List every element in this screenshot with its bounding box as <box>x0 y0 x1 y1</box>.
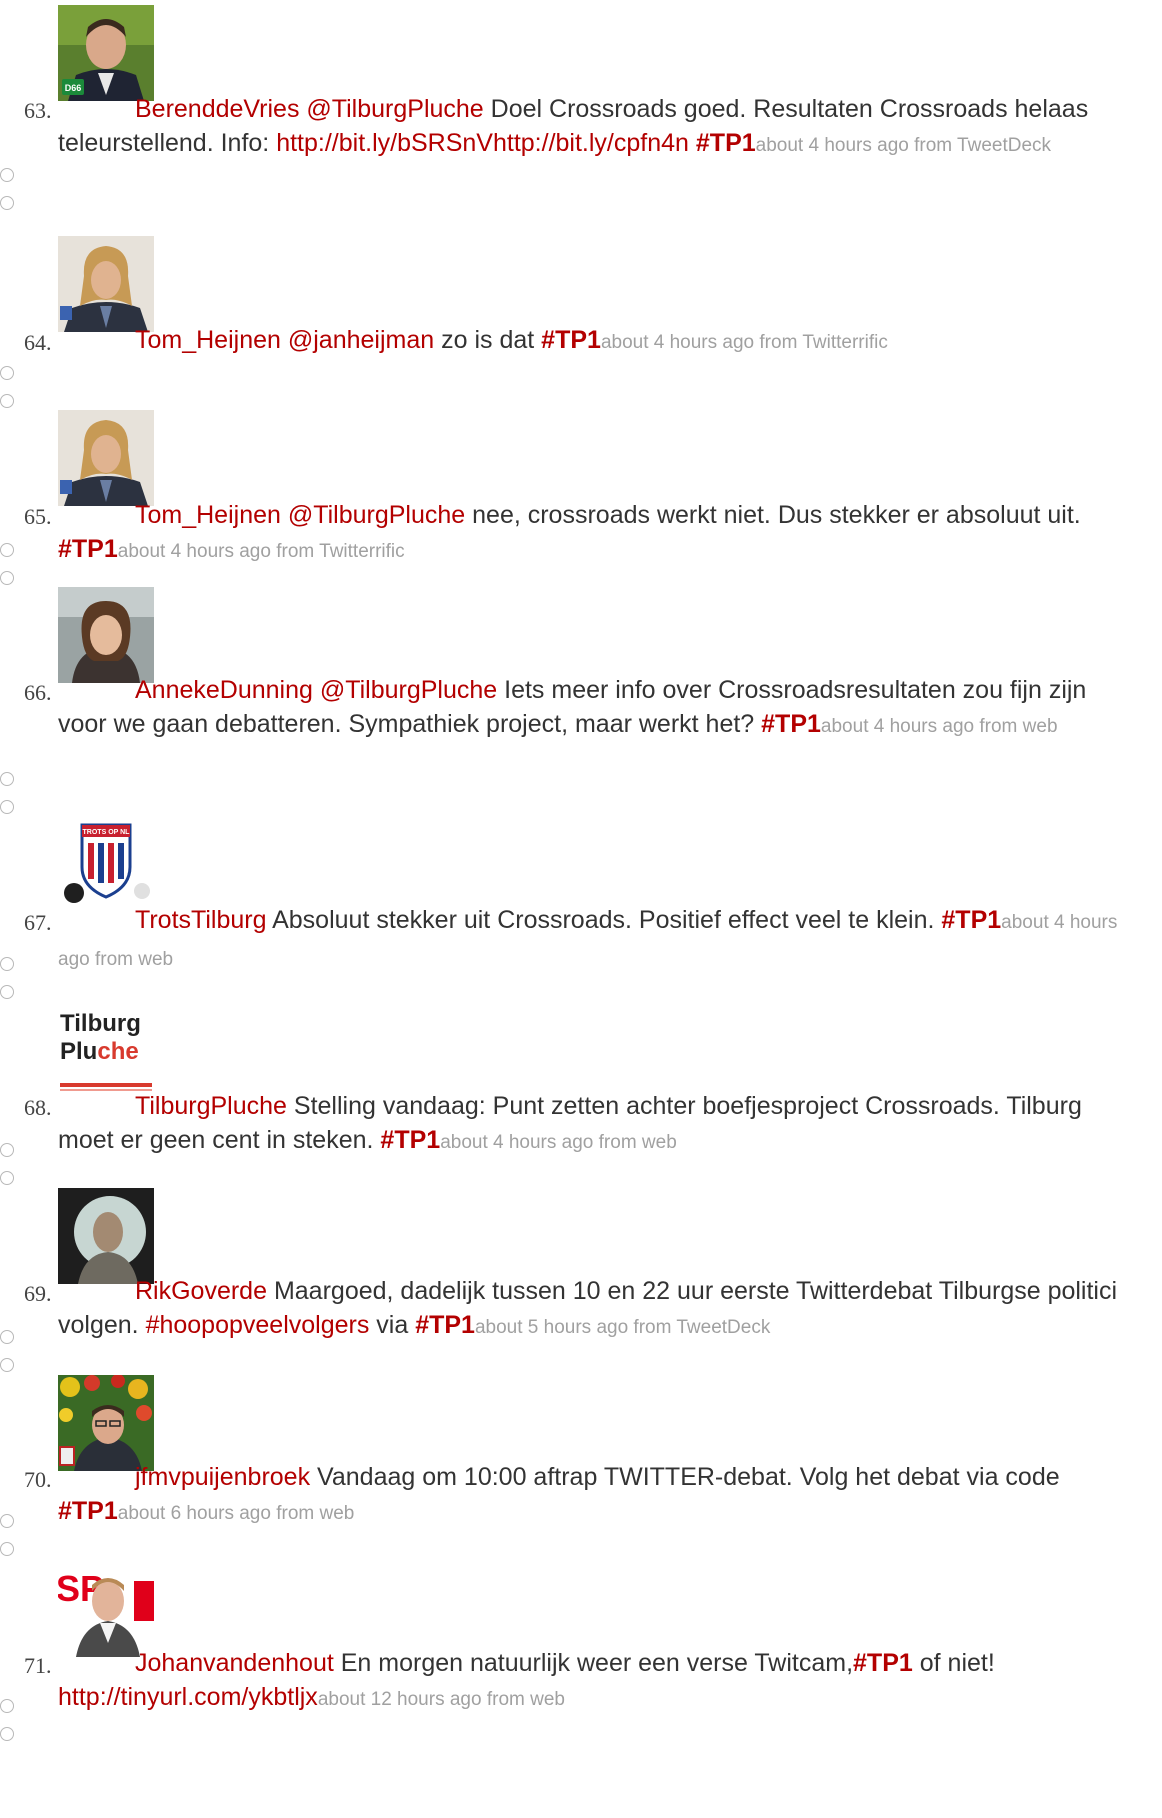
user-avatar[interactable]: Tilburg Pluche <box>58 1003 154 1099</box>
tweet-text: via <box>369 1311 416 1339</box>
hashtag-link[interactable]: #TP1 <box>761 710 821 738</box>
tweet-content: TilburgPluche Stelling vandaag: Punt zet… <box>58 1089 1128 1160</box>
hashtag-link[interactable]: #TP1 <box>696 129 756 157</box>
tweet-number: 69. <box>24 1281 52 1306</box>
user-avatar[interactable]: TROTS OP NL <box>58 815 154 911</box>
action-bullet[interactable] <box>0 1699 14 1713</box>
action-bullet[interactable] <box>0 1171 14 1185</box>
tweet-username-link[interactable]: AnnekeDunning <box>135 676 313 704</box>
hashtag-link[interactable]: #TP1 <box>380 1126 440 1154</box>
action-bullet[interactable] <box>0 571 14 585</box>
user-avatar[interactable] <box>58 410 154 506</box>
mention-link[interactable]: @TilburgPluche <box>306 95 483 123</box>
tweet-username-link[interactable]: Tom_Heijnen <box>135 326 281 354</box>
action-bullet[interactable] <box>0 394 14 408</box>
tweet-meta[interactable]: about 5 hours ago from TweetDeck <box>475 1317 770 1338</box>
action-bullet[interactable] <box>0 366 14 380</box>
tweet-number: 66. <box>24 680 52 705</box>
tweet-text <box>689 129 696 157</box>
tweet-number: 63. <box>24 98 52 123</box>
tweet-content: RikGoverde Maargoed, dadelijk tussen 10 … <box>58 1274 1128 1345</box>
tweet-text: Absoluut stekker uit Crossroads. Positie… <box>272 906 942 934</box>
tweet-content: AnnekeDunning @TilburgPluche Iets meer i… <box>58 673 1128 744</box>
mention-link[interactable]: @janheijman <box>288 326 434 354</box>
action-bullet[interactable] <box>0 772 14 786</box>
tweet-meta[interactable]: about 6 hours ago from web <box>118 1503 355 1524</box>
tweet-number: 65. <box>24 504 52 529</box>
action-bullet[interactable] <box>0 957 14 971</box>
user-avatar[interactable]: D66 <box>58 5 154 101</box>
tweet-content: Tom_Heijnen @janheijman zo is dat #TP1ab… <box>58 323 1128 360</box>
tweet-number: 71. <box>24 1653 52 1678</box>
tweet-username-link[interactable]: Tom_Heijnen <box>135 501 281 529</box>
action-bullet[interactable] <box>0 1727 14 1741</box>
svg-text:Tilburg: Tilburg <box>60 1010 141 1037</box>
user-avatar[interactable]: SP <box>58 1561 154 1657</box>
hashtag-link[interactable]: #TP1 <box>415 1311 475 1339</box>
tweet-username-link[interactable]: jfmvpuijenbroek <box>135 1463 310 1491</box>
action-bullet[interactable] <box>0 1358 14 1372</box>
action-bullet[interactable] <box>0 1542 14 1556</box>
action-bullet[interactable] <box>0 1143 14 1157</box>
tweet-number: 67. <box>24 910 52 935</box>
hashtag-link[interactable]: #TP1 <box>853 1649 913 1677</box>
tweet-content: jfmvpuijenbroek Vandaag om 10:00 aftrap … <box>58 1460 1128 1531</box>
tweet-content: Tom_Heijnen @TilburgPluche nee, crossroa… <box>58 498 1128 569</box>
tweet-meta[interactable]: about 4 hours ago from Twitterrific <box>118 541 405 562</box>
tweet-meta[interactable]: about 12 hours ago from web <box>318 1689 565 1710</box>
action-bullet[interactable] <box>0 1330 14 1344</box>
hashtag-link[interactable]: #TP1 <box>541 326 601 354</box>
tweet-username-link[interactable]: Johanvandenhout <box>135 1649 334 1677</box>
tweet-content: Johanvandenhout En morgen natuurlijk wee… <box>58 1646 1128 1717</box>
tweet-meta[interactable]: about 4 hours ago from TweetDeck <box>756 135 1051 156</box>
tweet-text: zo is dat <box>434 326 542 354</box>
tweet-username-link[interactable]: RikGoverde <box>135 1277 267 1305</box>
tweet-text: of niet! <box>912 1649 995 1677</box>
tweet-username-link[interactable]: TilburgPluche <box>135 1092 287 1120</box>
tweet-number: 64. <box>24 330 52 355</box>
action-bullet[interactable] <box>0 543 14 557</box>
tweet-text: En morgen natuurlijk weer een verse Twit… <box>340 1649 854 1677</box>
tweet-number: 70. <box>24 1467 52 1492</box>
action-bullet[interactable] <box>0 800 14 814</box>
hashtag-link[interactable]: #TP1 <box>58 1497 118 1525</box>
svg-text:TROTS OP NL: TROTS OP NL <box>83 829 131 836</box>
url-link[interactable]: http://tinyurl.com/ykbtljx <box>58 1683 318 1711</box>
tweet-text: Vandaag om 10:00 aftrap TWITTER-debat. V… <box>317 1463 1060 1491</box>
url-link[interactable]: #hoopopveelvolgers <box>146 1311 370 1339</box>
tweet-content: BerenddeVries @TilburgPluche Doel Crossr… <box>58 92 1128 163</box>
user-avatar[interactable] <box>58 1375 154 1471</box>
tweet-meta[interactable]: about 4 hours ago from web <box>821 716 1058 737</box>
mention-link[interactable]: @TilburgPluche <box>320 676 497 704</box>
tweet-meta[interactable]: about 4 hours ago from Twitterrific <box>601 332 888 353</box>
hashtag-link[interactable]: #TP1 <box>941 906 1001 934</box>
tweet-number: 68. <box>24 1095 52 1120</box>
url-link[interactable]: http://bit.ly/bSRSnVhttp://bit.ly/cpfn4n <box>276 129 689 157</box>
user-avatar[interactable] <box>58 236 154 332</box>
action-bullet[interactable] <box>0 196 14 210</box>
action-bullet[interactable] <box>0 168 14 182</box>
svg-text:Pluche: Pluche <box>60 1038 139 1065</box>
hashtag-link[interactable]: #TP1 <box>58 535 118 563</box>
tweet-username-link[interactable]: TrotsTilburg <box>135 906 267 934</box>
mention-link[interactable]: @TilburgPluche <box>288 501 465 529</box>
tweet-text: nee, crossroads werkt niet. Dus stekker … <box>465 501 1081 529</box>
action-bullet[interactable] <box>0 1514 14 1528</box>
tweet-meta[interactable]: about 4 hours ago from web <box>440 1132 677 1153</box>
user-avatar[interactable] <box>58 587 154 683</box>
user-avatar[interactable] <box>58 1188 154 1284</box>
action-bullet[interactable] <box>0 985 14 999</box>
tweet-username-link[interactable]: BerenddeVries <box>135 95 299 123</box>
tweet-content: TrotsTilburg Absoluut stekker uit Crossr… <box>58 903 1128 977</box>
